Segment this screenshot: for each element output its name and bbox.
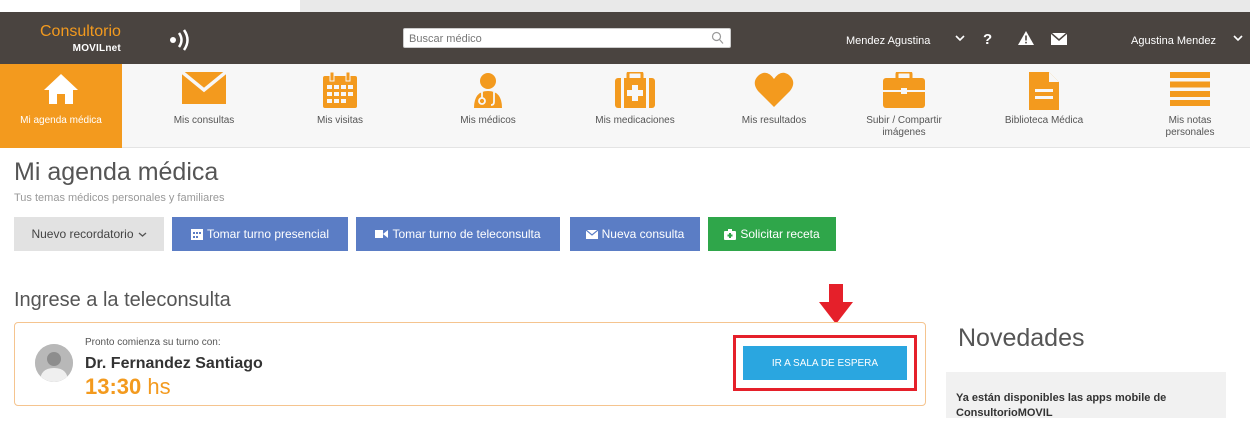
doctor-photo-icon	[35, 344, 73, 382]
chevron-down-icon	[138, 232, 146, 237]
nav-item-resultados[interactable]: Mis resultados	[708, 64, 840, 148]
user-menu[interactable]: Agustina Mendez	[1131, 35, 1216, 47]
doctor-icon	[474, 73, 502, 108]
nav-item-agenda[interactable]: Mi agenda médica	[0, 64, 122, 148]
new-reminder-dropdown[interactable]: Nuevo recordatorio	[14, 217, 164, 251]
turn-intro-text: Pronto comienza su turno con:	[85, 337, 221, 348]
new-query-label: Nueva consulta	[601, 227, 685, 241]
medkit-icon	[724, 228, 737, 240]
envelope-icon[interactable]	[1051, 33, 1067, 45]
nav-label: Biblioteca Médica	[1004, 115, 1084, 126]
nav-label: Mis notas personales	[1165, 115, 1215, 138]
teleconsult-card: Pronto comienza su turno con: Dr. Fernan…	[14, 322, 926, 406]
nav-label: Mis medicaciones	[595, 115, 675, 126]
search-icon[interactable]	[711, 31, 724, 45]
signal-waves-icon	[170, 29, 189, 51]
news-text[interactable]: Ya están disponibles las apps mobile de …	[956, 391, 1216, 421]
nav-label: Subir / Compartir imágenes	[866, 115, 942, 138]
request-prescription-button[interactable]: Solicitar receta	[708, 217, 836, 251]
red-arrow-down-icon	[819, 284, 853, 324]
page-subtitle: Tus temas médicos personales y familiare…	[14, 192, 225, 204]
nav-label: Mis visitas	[316, 115, 364, 126]
search-field[interactable]	[403, 28, 731, 48]
page-title: Mi agenda médica	[14, 158, 219, 186]
book-in-person-label: Tomar turno presencial	[206, 227, 330, 241]
nav-label: Mi agenda médica	[20, 115, 102, 126]
new-reminder-label: Nuevo recordatorio	[31, 227, 134, 241]
briefcase-icon	[883, 72, 925, 108]
teleconsult-section-title: Ingrese a la teleconsulta	[14, 289, 231, 311]
highlight-frame: IR A SALA DE ESPERA	[733, 335, 917, 391]
book-in-person-button[interactable]: Tomar turno presencial	[172, 217, 348, 251]
warning-icon[interactable]	[1018, 31, 1034, 45]
nav-item-medicos[interactable]: Mis médicos	[418, 64, 558, 148]
doctor-name: Dr. Fernandez Santiago	[85, 355, 263, 372]
document-icon	[1029, 72, 1059, 110]
nav-label: Mis consultas	[173, 115, 235, 126]
appointment-time: 13:30 hs	[85, 374, 171, 400]
envelope-icon	[182, 72, 226, 104]
nav-item-imagenes[interactable]: Subir / Compartir imágenes	[844, 64, 964, 148]
request-prescription-label: Solicitar receta	[740, 227, 820, 241]
chevron-down-icon[interactable]	[955, 34, 965, 42]
logo[interactable]: Consultorio MOVILnet	[40, 23, 189, 57]
nav-label: Mis médicos	[460, 115, 516, 126]
video-camera-icon	[375, 230, 389, 238]
nav-label: Mis resultados	[741, 115, 807, 126]
calendar-icon	[190, 229, 203, 240]
search-input[interactable]	[404, 30, 704, 48]
book-teleconsult-label: Tomar turno de teleconsulta	[392, 227, 541, 241]
appointment-time-unit: hs	[147, 374, 171, 399]
nav-item-consultas[interactable]: Mis consultas	[140, 64, 268, 148]
appointment-time-value: 13:30	[85, 374, 142, 399]
help-icon[interactable]: ?	[983, 31, 992, 48]
logo-sub-text: MOVILnet	[72, 43, 121, 54]
user-chevron-down-icon[interactable]	[1233, 34, 1243, 42]
top-header: Consultorio MOVILnet Mendez Agustina ? A…	[0, 12, 1250, 64]
logo-main-text: Consultorio	[40, 23, 121, 40]
book-teleconsult-button[interactable]: Tomar turno de teleconsulta	[356, 217, 560, 251]
news-box: Ya están disponibles las apps mobile de …	[946, 372, 1226, 421]
patient-selector[interactable]: Mendez Agustina	[846, 35, 930, 47]
top-wedge	[300, 0, 1250, 12]
new-query-button[interactable]: Nueva consulta	[570, 217, 700, 251]
nav-item-visitas[interactable]: Mis visitas	[280, 64, 400, 148]
nav-item-medicaciones[interactable]: Mis medicaciones	[565, 64, 705, 148]
heart-icon	[754, 72, 794, 107]
page-top-strip	[0, 0, 1250, 12]
go-to-waiting-room-button[interactable]: IR A SALA DE ESPERA	[743, 346, 907, 380]
nav-item-notas[interactable]: Mis notas personales	[1130, 64, 1250, 148]
calendar-icon	[323, 72, 357, 108]
medkit-icon	[615, 72, 655, 108]
main-nav: Mi agenda médica Mis consultas Mis visit…	[0, 64, 1250, 148]
list-icon	[1170, 72, 1210, 106]
doctor-avatar	[35, 344, 73, 382]
news-title: Novedades	[958, 324, 1085, 352]
home-icon	[44, 74, 78, 104]
envelope-icon	[585, 229, 598, 239]
nav-item-biblioteca[interactable]: Biblioteca Médica	[984, 64, 1104, 148]
